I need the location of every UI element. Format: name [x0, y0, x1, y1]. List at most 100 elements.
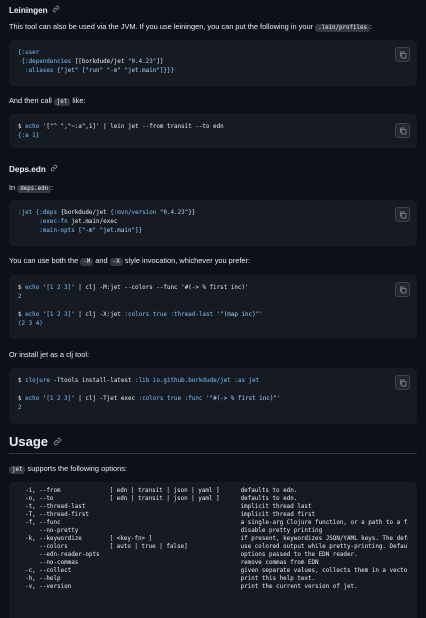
code-block-deps-alias: :jet {:deps {borkdude/jet {:mvn/version …: [9, 200, 417, 246]
deps-clj-tool-text: Or install jet as a clj tool:: [9, 350, 90, 359]
code-token: [[borkdude/jet: [74, 59, 128, 66]
code-token: [1 2 3]: [46, 285, 72, 291]
code-token: :colors true :thread-last: [124, 312, 217, 319]
code-token: :main-opts: [18, 228, 79, 235]
code-token: {:a 1}: [18, 133, 40, 140]
usage-intro: jet supports the following options:: [9, 464, 417, 475]
inline-code-jet: jet: [53, 98, 71, 106]
code-token: {"jet" ["run" "-m" "jet.main"]}}}: [57, 68, 175, 75]
divider: [9, 453, 417, 454]
inline-code-lein-profiles: .lein/profiles: [315, 24, 370, 32]
code-token: echo: [25, 312, 40, 319]
code-token: "0.4.23": [159, 210, 189, 216]
options-list: -i, --from[ edn | transit | json | yaml …: [18, 488, 408, 592]
deps-style-text-2: and: [95, 256, 108, 265]
deps-intro: In deps.edn:: [9, 183, 417, 194]
code-line: {:a 1}: [18, 132, 408, 141]
option-flag: -v, --version: [18, 584, 72, 591]
copy-button[interactable]: [395, 282, 410, 297]
code-line: $ clojure -Ttools install-latest :lib io…: [18, 377, 408, 386]
code-line: :aliases {"jet" ["run" "-m" "jet.main"]}…: [18, 67, 408, 76]
code-line: 2: [18, 293, 408, 302]
inline-code-jet: jet: [9, 466, 26, 474]
code-token: (2 3 4): [18, 321, 43, 328]
code-token: jet.main/exec: [71, 219, 118, 226]
code-block-clj-tool: $ clojure -Ttools install-latest :lib io…: [9, 368, 417, 424]
option-description: print the current version of jet.: [240, 584, 358, 591]
code-token: [1 2 3]: [46, 396, 72, 403]
code-token: ["-m" "jet.main"]}: [78, 228, 143, 235]
code-line: $ echo '["^ ","~:a",1]' | lein jet --fro…: [18, 123, 408, 132]
code-block-lein-profile: {:user {:dependencies [[borkdude/jet "0.…: [9, 40, 417, 86]
code-token: :exec-fn: [18, 219, 72, 226]
code-line: $ echo '[1 2 3]' | clj -X:jet :colors tr…: [18, 311, 408, 320]
code-token: :aliases: [18, 68, 58, 75]
leiningen-intro-text: This tool can also be used via the JVM. …: [9, 22, 314, 31]
code-token: ' | clj -X:jet: [71, 312, 125, 319]
code-token: 2: [18, 294, 22, 301]
link-icon[interactable]: [53, 433, 62, 451]
copy-icon: [399, 51, 406, 58]
code-line: $ echo '[1 2 3]' | clj -M:jet --colors -…: [18, 284, 408, 293]
code-block-deps-invocation: $ echo '[1 2 3]' | clj -M:jet --colors -…: [9, 275, 417, 339]
code-token: ]]: [156, 59, 164, 66]
usage-intro-text: supports the following options:: [27, 464, 127, 473]
code-token: 2: [18, 405, 22, 412]
heading-usage-text: Usage: [9, 434, 49, 449]
leiningen-then-text-2: like:: [72, 96, 86, 105]
copy-button[interactable]: [395, 375, 410, 390]
copy-icon: [399, 127, 406, 134]
copy-icon: [399, 379, 406, 386]
heading-deps-edn-text: Deps.edn: [9, 165, 46, 174]
code-token: :colors true :func: [138, 396, 206, 403]
code-block-usage-options: -i, --from[ edn | transit | json | yaml …: [9, 482, 417, 618]
code-line: :exec-fn jet.main/exec: [18, 218, 408, 227]
code-token: '"#(-> % first inc)"': [205, 396, 281, 403]
code-token: {:deps: [35, 210, 61, 216]
leiningen-intro-colon: :: [369, 22, 373, 31]
option-arg: [ auto | true | false]: [109, 544, 188, 551]
code-token: echo: [25, 285, 40, 291]
code-line: {:dependencies [[borkdude/jet "0.4.23"]]: [18, 58, 408, 67]
code-line: :main-opts ["-m" "jet.main"]}: [18, 227, 408, 236]
code-line: $ echo '[1 2 3]' | clj -Tjet exec :color…: [18, 395, 408, 404]
deps-style-note: You can use both the -M and -X style inv…: [9, 256, 417, 267]
link-icon[interactable]: [52, 5, 60, 16]
code-token: '["^ ","~:a",1]' | lein jet --from trans…: [39, 124, 224, 130]
code-token: :jet: [18, 210, 36, 216]
leiningen-then-text: And then call: [9, 96, 52, 105]
inline-code-x: -X: [109, 258, 123, 266]
deps-intro-text: In: [9, 183, 16, 192]
leiningen-intro: This tool can also be used via the JVM. …: [9, 22, 417, 33]
code-line: :jet {:deps {borkdude/jet {:mvn/version …: [18, 209, 408, 218]
link-icon[interactable]: [50, 164, 58, 175]
code-token: {:mvn/version: [110, 210, 160, 216]
copy-button[interactable]: [395, 207, 410, 222]
deps-style-text: You can use both the: [9, 256, 79, 265]
code-token: echo: [25, 396, 40, 403]
copy-button[interactable]: [395, 47, 410, 62]
code-token: {:user: [18, 50, 40, 56]
code-token: [1 2 3]: [46, 312, 72, 319]
copy-icon: [399, 211, 406, 218]
copy-button[interactable]: [395, 123, 410, 138]
inline-code-m: -M: [80, 258, 94, 266]
code-token: "0.4.23": [127, 59, 157, 66]
option-arg: [ edn | transit | json | yaml ]: [109, 496, 220, 503]
readme-page: Leiningen This tool can also be used via…: [0, 0, 426, 618]
deps-intro-colon: :: [51, 183, 54, 192]
code-token: clojure: [25, 378, 50, 384]
code-line: 2: [18, 404, 408, 413]
copy-icon: [399, 286, 406, 293]
code-token: }}: [188, 210, 196, 216]
inline-code-deps-edn: deps.edn: [17, 185, 52, 193]
leiningen-then: And then call jet like:: [9, 96, 417, 107]
code-token: :lib io.github.borkdude/jet :as jet: [135, 378, 260, 384]
code-token: -Ttools install-latest: [49, 378, 136, 384]
heading-deps-edn: Deps.edn: [9, 164, 58, 175]
heading-leiningen: Leiningen: [9, 5, 60, 16]
code-token: '"(map inc)"': [216, 312, 263, 319]
code-token: echo: [25, 124, 40, 130]
